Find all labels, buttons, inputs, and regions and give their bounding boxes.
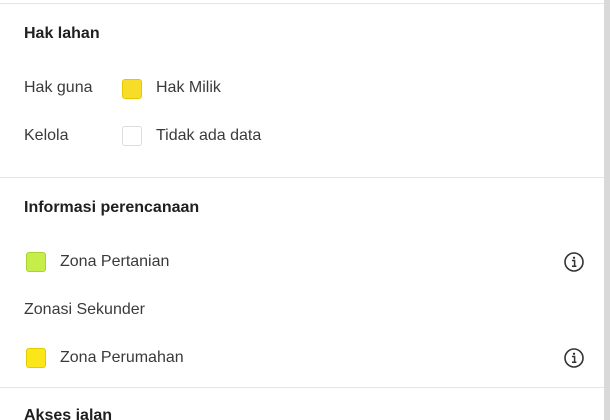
zonasi-sekunder-label: Zonasi Sekunder — [24, 301, 145, 318]
info-icon[interactable] — [564, 252, 584, 272]
zona-perumahan-label: Zona Perumahan — [60, 349, 184, 366]
hak-milik-value: Hak Milik — [156, 79, 221, 96]
zona-perumahan-swatch — [26, 348, 46, 368]
land-info-panel: Hak lahan Hak guna Hak Milik Kelola Tida… — [0, 0, 610, 420]
kelola-label: Kelola — [24, 127, 69, 144]
section-title-informasi-perencanaan: Informasi perencanaan — [24, 199, 200, 216]
hak-guna-label: Hak guna — [24, 79, 93, 96]
hak-milik-swatch — [122, 79, 142, 99]
info-icon[interactable] — [564, 348, 584, 368]
zona-pertanian-label: Zona Pertanian — [60, 253, 170, 270]
tidak-ada-data-swatch — [122, 126, 142, 146]
section-title-akses-jalan: Akses jalan — [24, 407, 113, 420]
section-divider — [0, 177, 604, 178]
section-divider — [0, 387, 604, 388]
tidak-ada-data-value: Tidak ada data — [156, 127, 262, 144]
zona-pertanian-swatch — [26, 252, 46, 272]
top-divider — [0, 3, 604, 4]
section-title-hak-lahan: Hak lahan — [24, 25, 100, 42]
